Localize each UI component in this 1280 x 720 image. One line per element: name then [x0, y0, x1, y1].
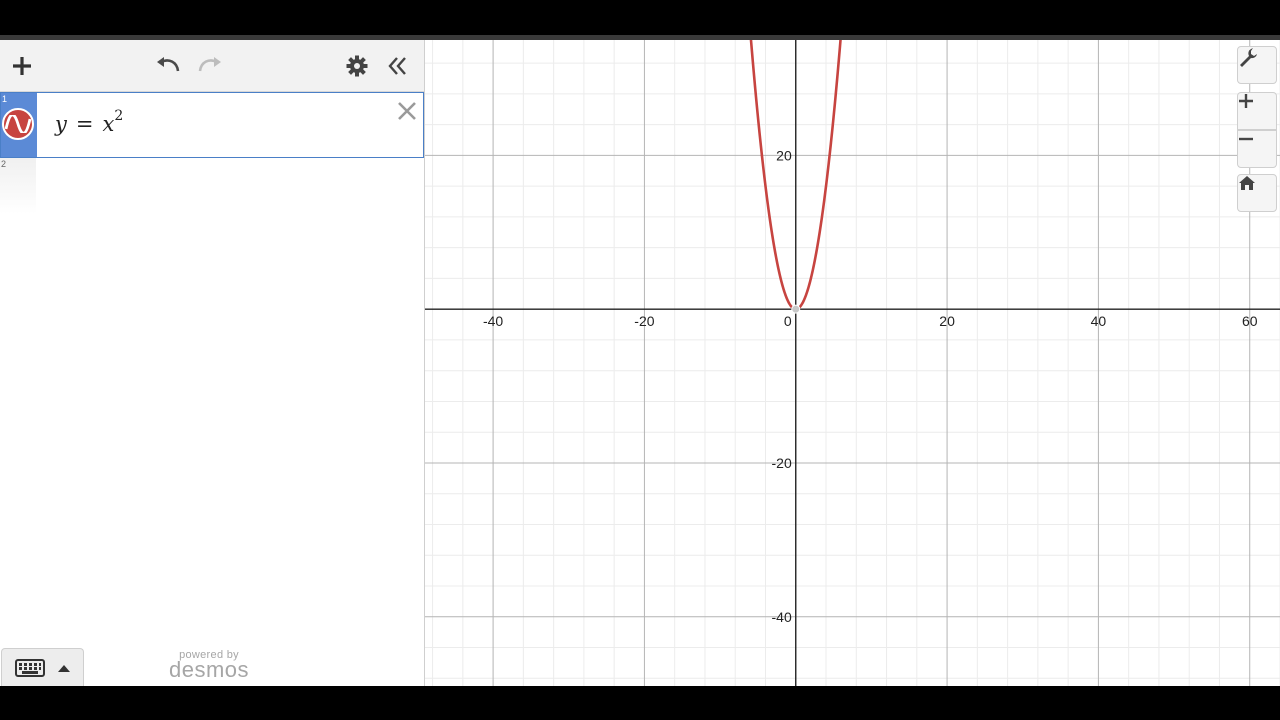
expression-exponent: 2 [114, 108, 124, 124]
y-tick-label: 20 [776, 147, 792, 163]
undo-icon [157, 57, 180, 72]
home-icon [1239, 176, 1255, 190]
settings-button[interactable] [341, 50, 373, 82]
gear-icon [346, 55, 368, 77]
zoom-in-button[interactable] [1237, 92, 1277, 130]
x-tick-label: 40 [1091, 313, 1107, 329]
graph-style-icon[interactable] [2, 108, 34, 140]
plus-icon [1239, 94, 1253, 108]
x-tick-label: -40 [483, 313, 503, 329]
keyboard-toggle-button[interactable] [1, 648, 84, 686]
close-icon [398, 102, 416, 120]
default-viewport-button[interactable] [1237, 174, 1277, 212]
empty-expression-row[interactable]: 2 [0, 158, 424, 214]
expression-base: x [102, 112, 115, 136]
collapse-panel-button[interactable] [382, 50, 414, 82]
wrench-icon [1240, 48, 1257, 67]
x-tick-label: 20 [939, 313, 955, 329]
expression-tab: 1 [1, 93, 37, 157]
undo-button[interactable] [152, 50, 184, 82]
powered-by-desmos: powered by desmos [166, 649, 252, 682]
expression-toolbar [0, 40, 424, 92]
expression-math[interactable]: y = x2 [55, 108, 124, 136]
graph-canvas[interactable]: -40 -20 0 20 40 60 20 -20 -40 [425, 40, 1280, 686]
graph-paper[interactable]: -40 -20 0 20 40 60 20 -20 -40 [425, 40, 1280, 686]
x-tick-label: 0 [784, 313, 792, 329]
add-expression-button[interactable] [6, 50, 38, 82]
desmos-app: 1 y = x2 2 powered by desmos -40 -20 0 2… [0, 40, 1280, 686]
expression-lhs: y [55, 112, 67, 136]
desmos-logo: desmos [168, 657, 250, 682]
redo-icon [198, 57, 221, 72]
redo-button[interactable] [194, 50, 226, 82]
x-tick-label: 60 [1242, 313, 1258, 329]
expression-index: 1 [2, 94, 8, 104]
keyboard-icon [15, 658, 45, 677]
window-bottom-bar [0, 686, 1280, 720]
expression-list: 1 y = x2 2 [0, 92, 424, 214]
x-tick-label: -20 [634, 313, 654, 329]
delete-expression-button[interactable] [395, 99, 419, 123]
expression-panel: 1 y = x2 2 powered by desmos [0, 40, 425, 686]
double-chevron-left-icon [388, 57, 406, 75]
zoom-out-button[interactable] [1237, 130, 1277, 168]
graph-settings-button[interactable] [1237, 46, 1277, 84]
expression-tab: 2 [0, 158, 36, 214]
expression-row[interactable]: 1 y = x2 [0, 92, 424, 158]
window-top-bar [0, 0, 1280, 40]
plus-icon [13, 57, 31, 75]
expression-index: 2 [1, 159, 7, 169]
caret-up-icon [58, 664, 70, 672]
expression-operator: = [75, 112, 94, 136]
y-tick-label: -20 [772, 455, 792, 471]
origin-point [791, 304, 801, 314]
minus-icon [1239, 137, 1253, 141]
y-tick-label: -40 [772, 609, 792, 625]
